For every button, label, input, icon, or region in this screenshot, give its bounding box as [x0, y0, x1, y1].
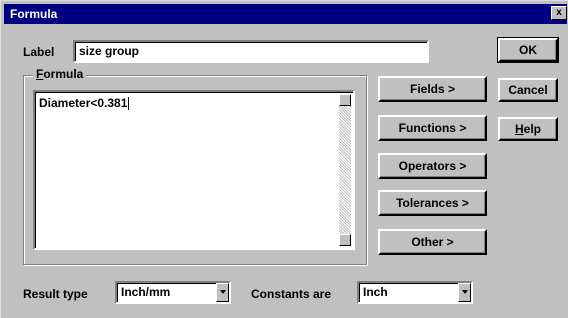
result-type-value: Inch/mm — [121, 285, 171, 299]
title-bar[interactable]: Formula x — [4, 4, 567, 24]
formula-text: Diameter<0.381 — [39, 96, 128, 110]
close-icon[interactable]: x — [551, 6, 567, 20]
result-type-label: Result type — [23, 287, 88, 301]
label-caption: Label — [23, 45, 55, 59]
result-type-select[interactable]: Inch/mm — [115, 281, 231, 304]
tolerances-button[interactable]: Tolerances > — [378, 190, 487, 216]
fields-button[interactable]: Fields > — [378, 76, 487, 102]
ok-button[interactable]: OK — [497, 37, 559, 63]
text-caret — [128, 97, 130, 111]
formula-group-title: Formula — [33, 67, 87, 81]
formula-textarea[interactable]: Diameter<0.381 — [33, 90, 355, 250]
functions-button[interactable]: Functions > — [378, 115, 487, 141]
label-input[interactable]: size group — [73, 40, 429, 63]
scroll-down-icon[interactable] — [339, 234, 351, 246]
vertical-scrollbar[interactable] — [339, 94, 351, 246]
operators-button[interactable]: Operators > — [378, 153, 487, 179]
constants-label: Constants are — [251, 287, 332, 301]
window-title: Formula — [10, 7, 58, 21]
other-button[interactable]: Other > — [378, 229, 487, 255]
help-button[interactable]: Help — [498, 117, 558, 141]
formula-dialog: Formula x Label size group Formula Diame… — [0, 0, 568, 318]
constants-value: Inch — [363, 285, 388, 299]
chevron-down-icon[interactable] — [458, 283, 471, 302]
chevron-down-icon[interactable] — [216, 283, 229, 302]
scroll-up-icon[interactable] — [339, 94, 351, 106]
constants-select[interactable]: Inch — [357, 281, 473, 304]
cancel-button[interactable]: Cancel — [498, 78, 558, 102]
